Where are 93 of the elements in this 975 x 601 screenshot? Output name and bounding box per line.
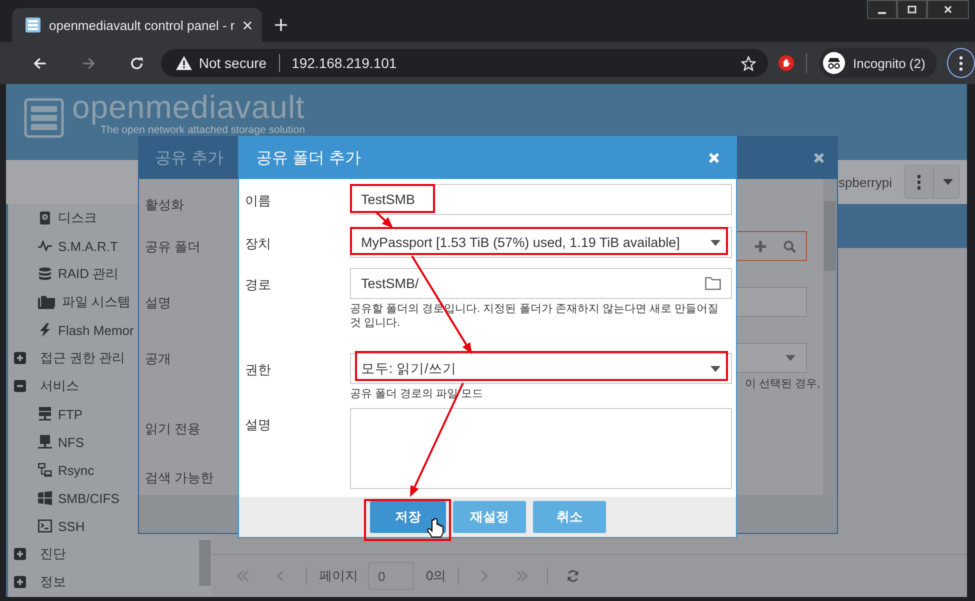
- field-label: 읽기 전용: [145, 421, 201, 437]
- annotation-arrow: [375, 211, 393, 228]
- monitor-icon: [38, 435, 52, 449]
- url-text: 192.168.219.101: [292, 55, 398, 71]
- maximize-icon: [907, 4, 917, 14]
- address-bar[interactable]: Not secure 192.168.219.101: [160, 49, 768, 77]
- close-window-button[interactable]: [927, 0, 969, 19]
- folder-icon[interactable]: [705, 277, 721, 290]
- caret-icon: [710, 240, 721, 246]
- new-tab-icon[interactable]: [274, 18, 288, 32]
- caret-icon: [710, 366, 721, 372]
- page-count-label: 0의: [426, 567, 446, 585]
- network-icon: [38, 463, 52, 477]
- page-label: 페이지: [319, 567, 358, 585]
- maximize-button[interactable]: [897, 0, 927, 19]
- field-label: 경로: [244, 276, 272, 294]
- sidebar-item[interactable]: FTP: [38, 400, 83, 428]
- minimize-button[interactable]: [867, 0, 897, 19]
- close-icon: [943, 4, 953, 14]
- name-field[interactable]: TestSMB: [350, 184, 732, 215]
- sidebar-item[interactable]: S.M.A.R.T: [38, 232, 118, 260]
- field-label: 이름: [244, 192, 272, 210]
- dialog-title: 공유 추가: [155, 148, 224, 168]
- sidebar-item[interactable]: SMB/CIFS: [38, 484, 120, 512]
- app-logo-text: openmediavault: [72, 92, 305, 123]
- server-list-icon: [25, 17, 41, 33]
- field-label: 검색 가능한: [145, 470, 214, 486]
- dialog-button[interactable]: 저장: [370, 501, 446, 533]
- sidebar-item[interactable]: Rsync: [38, 456, 94, 484]
- server-icon: [38, 407, 52, 421]
- refresh-icon[interactable]: [566, 569, 580, 583]
- options-menu-button[interactable]: [904, 165, 960, 199]
- browser-tab[interactable]: openmediavault control panel - r: [12, 8, 262, 42]
- page-number-field[interactable]: 0: [368, 562, 414, 590]
- expand-icon[interactable]: [14, 352, 26, 364]
- folder-icon: [38, 295, 56, 309]
- add-icon[interactable]: [754, 240, 767, 252]
- dropdown[interactable]: 모두: 읽기/쓰기: [350, 353, 732, 384]
- windows-logo-icon: [38, 491, 52, 505]
- sidebar-group[interactable]: 진단: [14, 540, 66, 568]
- database-icon: [38, 267, 52, 281]
- sidebar-group[interactable]: 서비스: [14, 372, 79, 400]
- search-icon[interactable]: [783, 240, 796, 252]
- description-field[interactable]: [350, 408, 732, 489]
- sidebar-item[interactable]: RAID 관리: [38, 260, 119, 288]
- stop-hand-extension-icon[interactable]: [778, 54, 794, 72]
- close-tab-icon[interactable]: [243, 20, 252, 30]
- heartbeat-icon: [38, 239, 52, 253]
- sidebar-item[interactable]: SSH: [38, 512, 85, 540]
- minimize-icon: [878, 12, 886, 14]
- dialog-button[interactable]: 취소: [533, 501, 606, 533]
- more-options-icon: [917, 174, 921, 190]
- field-hint: 공유 폴더 경로의 파일 모드: [350, 387, 484, 401]
- dialog-button[interactable]: 재설정: [453, 501, 526, 533]
- tab-title: openmediavault control panel - r: [49, 18, 235, 32]
- sidebar-group[interactable]: 접근 권한 관리: [14, 344, 126, 372]
- collapse-icon[interactable]: [14, 380, 26, 392]
- sidebar-item[interactable]: 파일 시스템: [38, 288, 131, 316]
- field-label: 공유 폴더: [145, 239, 201, 255]
- scrollbar[interactable]: [199, 540, 211, 586]
- dropdown[interactable]: MyPassport [1.53 TiB (57%) used, 1.19 TiB available]: [350, 227, 732, 258]
- expand-icon[interactable]: [14, 548, 26, 560]
- close-icon[interactable]: [813, 152, 825, 164]
- terminal-icon: [38, 519, 52, 533]
- dialog-title: 공유 폴더 추가: [256, 148, 361, 168]
- lightning-icon: [38, 323, 52, 337]
- reload-icon[interactable]: [129, 54, 145, 72]
- warning-icon: [176, 56, 192, 70]
- field-label: 설명: [244, 416, 272, 434]
- sidebar-item[interactable]: NFS: [38, 428, 84, 456]
- field-hint: 이 선택된 경우,: [744, 377, 820, 391]
- server-rack-logo-icon: [24, 98, 64, 138]
- path-field[interactable]: TestSMB/: [350, 268, 732, 299]
- security-label: Not secure: [198, 55, 267, 71]
- field-label: 권한: [244, 361, 272, 379]
- caret-icon: [943, 179, 953, 185]
- expand-icon[interactable]: [14, 576, 26, 588]
- incognito-profile-button[interactable]: Incognito (2): [819, 48, 938, 78]
- browser-menu-button[interactable]: [947, 48, 975, 78]
- app-tagline: The open network attached storage solution: [100, 124, 305, 136]
- field-label: 공개: [145, 351, 171, 367]
- incognito-icon: [823, 52, 846, 74]
- scrollbar[interactable]: [823, 179, 837, 495]
- caret-icon: [785, 355, 796, 361]
- sidebar-group[interactable]: 정보: [14, 568, 66, 596]
- field-label: 설명: [145, 295, 171, 311]
- sidebar-item[interactable]: 디스크: [38, 204, 97, 232]
- sidebar-item[interactable]: Flash Memor: [38, 316, 134, 344]
- more-options-icon: [959, 56, 964, 70]
- host-name: spberrypi: [838, 174, 892, 190]
- field-label: 활성화: [145, 197, 184, 213]
- field-label: 장치: [244, 235, 272, 253]
- bookmark-star-icon[interactable]: [740, 56, 756, 70]
